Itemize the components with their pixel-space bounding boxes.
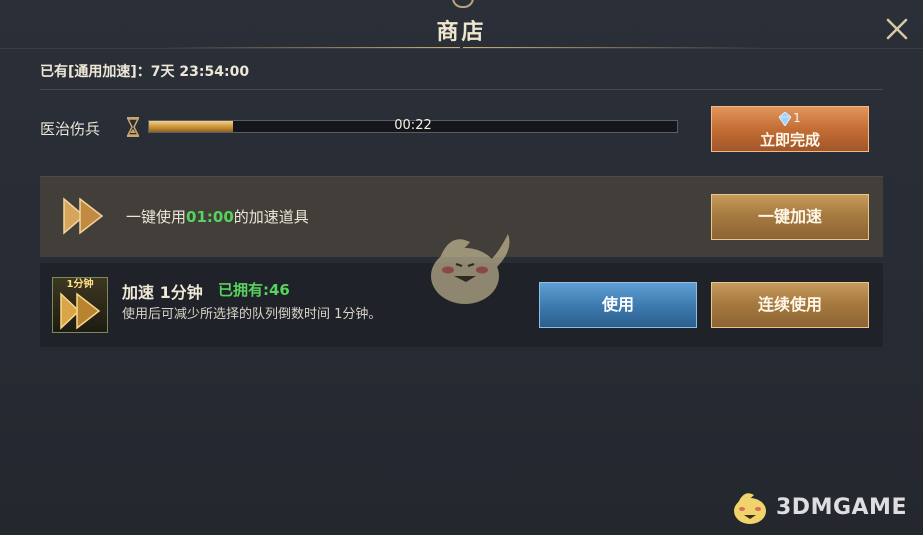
one-key-speedup-text: 一键使用01:00的加速道具 — [126, 206, 309, 227]
speedup-suffix: 的加速道具 — [233, 208, 309, 226]
use-button[interactable]: 使用 — [539, 282, 697, 328]
heal-wounded-label: 医治伤兵 — [40, 120, 101, 138]
owned-speedup-text: 已有[通用加速]：7天 23:54:00 — [40, 64, 250, 80]
page-title: 商店 — [436, 19, 487, 45]
one-key-speedup-button[interactable]: 一键加速 — [711, 194, 869, 240]
complete-now-button[interactable]: 1 立即完成 — [711, 106, 869, 152]
gem-icon — [779, 111, 792, 126]
mascot-logo-icon — [734, 493, 766, 524]
heal-progress-bar: 00:22 — [148, 118, 678, 133]
item-description: 使用后可减少所选择的队列倒数时间 1分钟。 — [122, 307, 382, 322]
title-divider-right — [463, 47, 763, 48]
speedup-duration: 01:00 — [186, 208, 234, 226]
title-divider-left — [160, 47, 460, 48]
close-button[interactable] — [880, 12, 914, 46]
title-bar: 商店 — [0, 0, 923, 49]
watermark-text: 3DMGAME — [776, 495, 907, 520]
shop-panel: 商店 已有[通用加速]：7天 23:54:00 医治伤兵 00:22 1 立即完… — [0, 0, 923, 535]
item-badge: 1分钟 — [66, 279, 94, 290]
speedup-item-icon: 1分钟 — [52, 277, 108, 333]
item-owned-count: 已拥有:46 — [218, 281, 290, 299]
complete-now-label: 立即完成 — [759, 131, 820, 149]
title-ornament — [452, 0, 474, 8]
mascot-icon — [431, 234, 510, 304]
heal-timer: 00:22 — [394, 118, 432, 133]
fast-forward-icon — [63, 197, 104, 235]
divider — [40, 89, 883, 90]
item-name: 加速 1分钟 — [122, 283, 203, 302]
gem-count: 1 — [793, 111, 801, 125]
fast-forward-icon — [60, 292, 101, 330]
close-icon — [886, 18, 908, 40]
speedup-prefix: 一键使用 — [126, 208, 187, 226]
watermark: 3DMGAME — [728, 487, 918, 527]
hourglass-icon — [126, 117, 140, 137]
gem-cost: 1 — [712, 111, 868, 126]
continuous-use-button[interactable]: 连续使用 — [711, 282, 869, 328]
